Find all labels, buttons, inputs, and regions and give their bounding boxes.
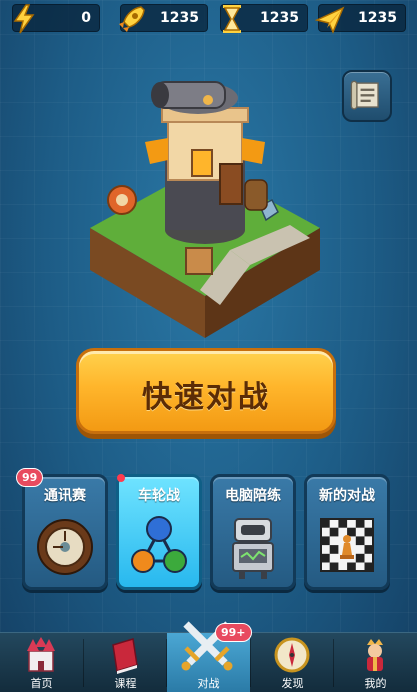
rocket-icon bbox=[119, 6, 145, 32]
nav-home[interactable]: 首页 bbox=[0, 633, 83, 692]
castle-icon bbox=[27, 637, 55, 672]
mode-title: 通讯赛 bbox=[44, 488, 86, 504]
nav-discover[interactable]: 发现 bbox=[251, 633, 334, 692]
nav-courses[interactable]: 课程 bbox=[84, 633, 167, 692]
resource-energy-value: 0 bbox=[81, 10, 91, 26]
king-avatar-icon bbox=[367, 639, 383, 671]
mode-title: 新的对战 bbox=[319, 488, 375, 504]
nav-discover-label: 发现 bbox=[281, 677, 304, 690]
resource-energy: 0 bbox=[12, 4, 100, 34]
tower-island-illustration bbox=[90, 81, 320, 338]
mode-card-round-robin[interactable]: 车轮战 bbox=[116, 474, 202, 590]
mode-card-new-game[interactable]: 新的对战 bbox=[304, 474, 390, 590]
correspondence-badge: 99 bbox=[16, 468, 44, 487]
mode-title: 电脑陪练 bbox=[225, 488, 281, 504]
resource-bar: 0 1235 1235 1235 bbox=[0, 4, 417, 34]
bottom-navigation: 首页 课程 对战 99+ 发现 我的 bbox=[0, 621, 417, 692]
notice-scroll-button[interactable] bbox=[342, 70, 392, 122]
nav-battle-label: 对战 bbox=[197, 677, 220, 690]
nav-profile-label: 我的 bbox=[364, 677, 387, 690]
lightning-icon bbox=[13, 4, 35, 34]
chessboard-icon bbox=[320, 518, 374, 572]
round-robin-dot bbox=[117, 474, 125, 482]
clock-dial-icon bbox=[37, 519, 93, 575]
nav-profile[interactable]: 我的 bbox=[334, 633, 417, 692]
resource-time: 1235 bbox=[220, 4, 308, 33]
resource-plane-value: 1235 bbox=[358, 10, 397, 26]
scroll-icon bbox=[350, 80, 379, 110]
mode-card-computer-practice[interactable]: 电脑陪练 bbox=[210, 474, 296, 590]
resource-rocket-value: 1235 bbox=[160, 10, 199, 26]
nav-battle-badge: 99+ bbox=[215, 623, 252, 642]
nav-courses-label: 课程 bbox=[114, 677, 137, 690]
quick-battle-label: 快速对战 bbox=[142, 380, 270, 415]
paper-plane-icon bbox=[314, 6, 345, 34]
mode-title: 车轮战 bbox=[138, 488, 180, 504]
book-icon bbox=[112, 638, 138, 674]
resource-rocket: 1235 bbox=[119, 4, 208, 32]
hourglass-icon bbox=[223, 5, 241, 33]
compass-icon bbox=[274, 637, 310, 673]
resource-plane: 1235 bbox=[314, 4, 406, 34]
resource-time-value: 1235 bbox=[260, 10, 299, 26]
nav-home-label: 首页 bbox=[30, 677, 53, 690]
network-circles-icon bbox=[131, 516, 187, 573]
quick-battle-button[interactable]: 快速对战 bbox=[76, 348, 336, 434]
robot-icon bbox=[232, 518, 274, 579]
mode-card-correspondence[interactable]: 通讯赛 bbox=[22, 474, 108, 590]
